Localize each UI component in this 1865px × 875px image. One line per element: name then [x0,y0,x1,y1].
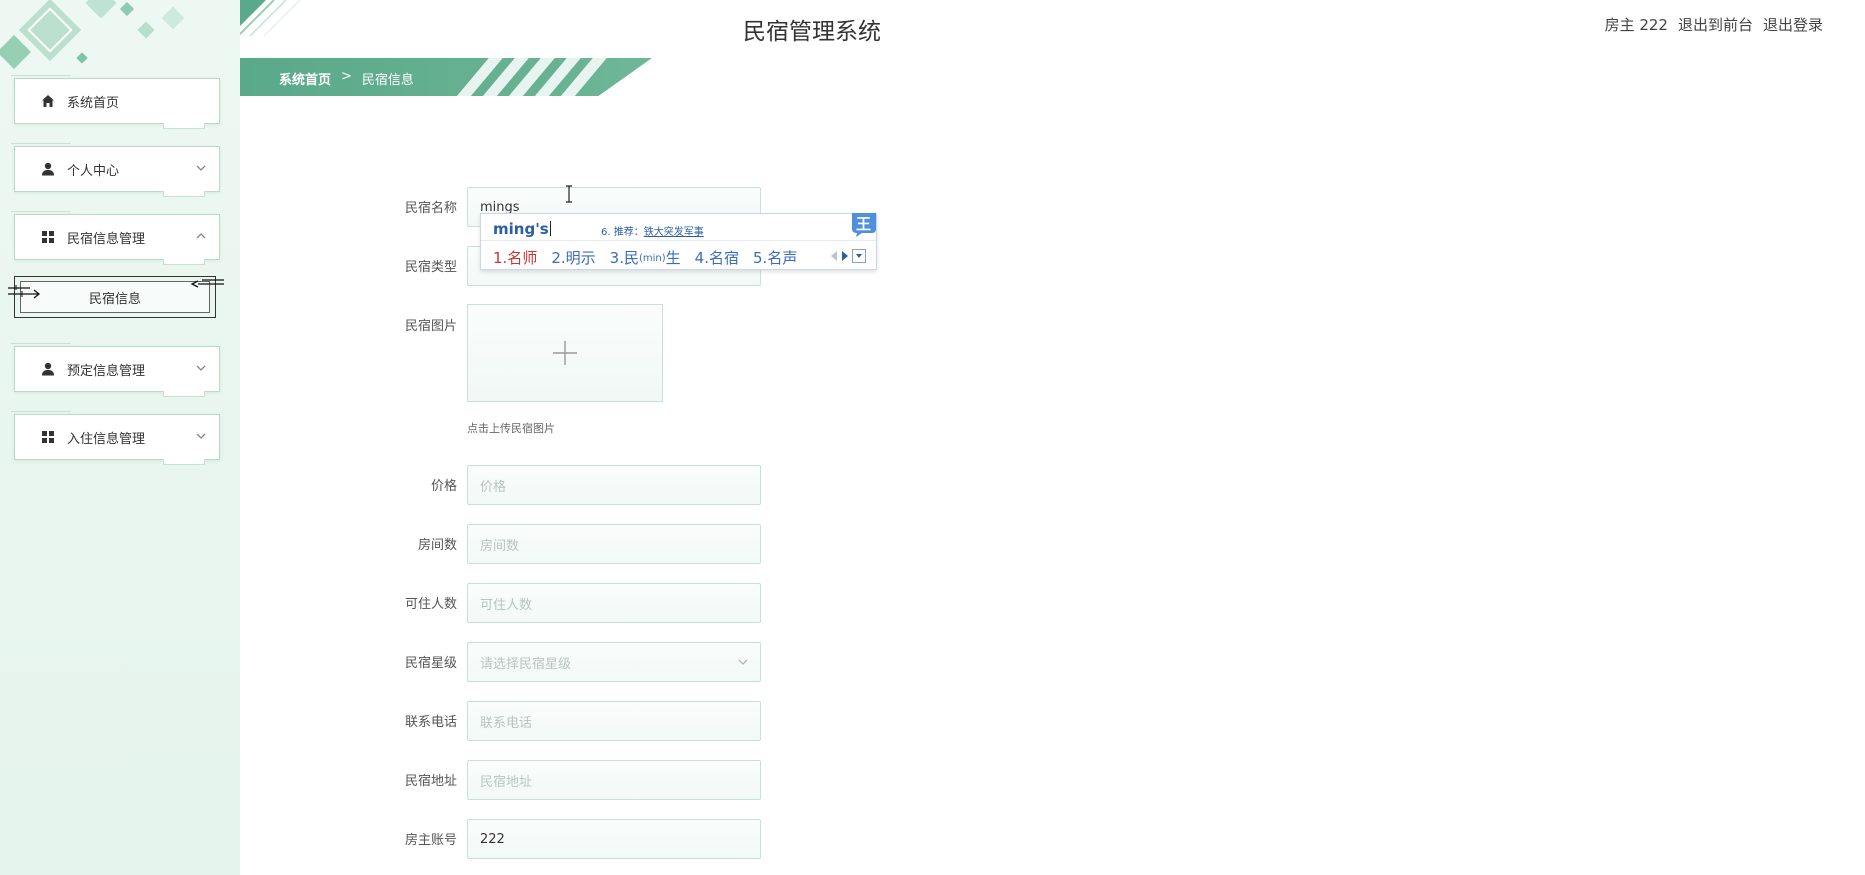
address-label: 民宿地址 [404,774,457,789]
breadcrumb-current: 民宿信息 [361,73,414,88]
star-placeholder: 请选择民宿星级 [480,656,572,672]
user-icon [41,362,55,376]
image-upload-box[interactable] [467,304,663,402]
star-label: 民宿星级 [404,656,457,671]
grid-icon [41,230,55,244]
chevron-down-icon [196,433,206,439]
next-page-icon[interactable] [841,250,849,262]
ime-recommendation[interactable]: 6. 推荐：铁大突发军事 [601,223,704,238]
sidebar-item-label: 预定信息管理 [67,363,146,379]
back-to-front-link[interactable]: 退出到前台 [1678,14,1753,35]
home-icon [41,94,55,108]
price-placeholder: 价格 [480,479,507,495]
price-label: 价格 [430,479,457,494]
chevron-up-icon [196,233,206,239]
capacity-placeholder: 可住人数 [480,597,533,613]
sidebar-decoration [0,0,240,80]
logout-link[interactable]: 退出登录 [1763,14,1823,35]
sidebar-subitem-label: 民宿信息 [88,291,141,307]
corner-decoration [240,0,301,36]
image-label: 民宿图片 [404,319,457,334]
sidebar-subitem-homestay-info[interactable]: 民宿信息 [14,276,216,318]
arrow-left-icon [190,279,224,288]
address-placeholder: 民宿地址 [480,774,533,790]
sidebar-item-checkin-management[interactable]: 入住信息管理 [11,411,220,465]
arrow-right-icon [8,285,41,299]
plus-icon [553,341,577,365]
address-input[interactable]: 民宿地址 [467,760,761,800]
chevron-down-icon [196,365,206,371]
owner-input[interactable]: 222 [467,819,761,859]
sidebar-item-label: 个人中心 [67,163,120,179]
user-menu: 房主 222 退出到前台 退出登录 [1605,14,1823,35]
ime-candidate[interactable]: 3.民(min)生 [610,247,681,268]
breadcrumb: 系统首页 > 民宿信息 [279,69,414,88]
prev-page-icon[interactable] [830,250,838,262]
phone-input[interactable]: 联系电话 [467,701,761,741]
owner-input-value: 222 [480,831,505,847]
sidebar-item-label: 入住信息管理 [67,431,146,447]
chevron-down-icon [196,165,206,171]
sidebar-item-booking-management[interactable]: 预定信息管理 [11,343,220,397]
price-input[interactable]: 价格 [467,465,761,505]
name-label: 民宿名称 [404,201,457,216]
rooms-input[interactable]: 房间数 [467,524,761,564]
ime-candidates: 1.名师 2.明示 3.民(min)生 4.名宿 5.名声 [493,247,797,268]
sidebar-item-personal[interactable]: 个人中心 [11,143,220,197]
ime-logo-text: 王 [855,215,871,233]
rooms-label: 房间数 [417,538,457,553]
user-name: 房主 222 [1604,16,1668,34]
image-upload-hint: 点击上传民宿图片 [467,422,555,435]
text-cursor-icon [566,185,572,203]
page-title: 民宿管理系统 [743,19,881,45]
ime-composition: ming's [493,220,551,238]
breadcrumb-separator: > [341,69,352,84]
sidebar-item-home[interactable]: 系统首页 [11,75,220,129]
sidebar: 系统首页 个人中心 民宿信息管理 民宿信息 预定信息管理 入住信息管理 [0,0,240,875]
sidebar-item-label: 民宿信息管理 [67,231,146,247]
ime-candidate[interactable]: 5.名声 [753,247,797,268]
rooms-placeholder: 房间数 [480,538,520,554]
star-select[interactable]: 请选择民宿星级 [467,642,761,682]
ime-pager [830,249,866,263]
ime-candidate[interactable]: 2.明示 [551,247,595,268]
sidebar-item-homestay-management[interactable]: 民宿信息管理 [11,211,220,265]
breadcrumb-home[interactable]: 系统首页 [279,69,331,88]
user-icon [41,162,55,176]
sidebar-item-label: 系统首页 [67,95,120,111]
grid-icon [41,430,55,444]
ime-candidate[interactable]: 4.名宿 [695,247,739,268]
ime-candidate[interactable]: 1.名师 [493,247,537,268]
ime-candidate-window: ming's 6. 推荐：铁大突发军事 1.名师 2.明示 3.民(min)生 … [480,213,877,270]
type-label: 民宿类型 [404,260,457,275]
capacity-label: 可住人数 [404,597,457,612]
phone-label: 联系电话 [404,715,457,730]
chevron-down-icon [738,659,748,665]
phone-placeholder: 联系电话 [480,715,533,731]
capacity-input[interactable]: 可住人数 [467,583,761,623]
expand-icon[interactable] [852,249,866,263]
owner-label: 房主账号 [404,833,457,848]
